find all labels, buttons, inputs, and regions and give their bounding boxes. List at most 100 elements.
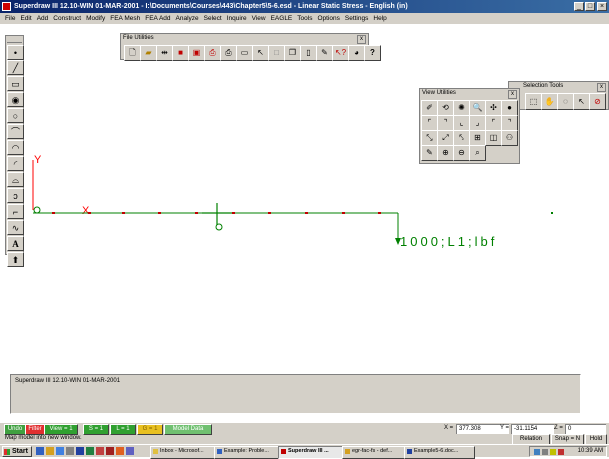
view-orbit-icon[interactable]: ✺	[453, 100, 470, 116]
menu-construct[interactable]: Construct	[53, 15, 81, 22]
menu-modify[interactable]: Modify	[86, 15, 105, 22]
view-shade-icon[interactable]: ●	[501, 100, 518, 116]
task-inbox[interactable]: Inbox - Microsof...	[150, 446, 223, 459]
plot-icon[interactable]: ▭	[236, 45, 253, 61]
print-icon[interactable]: ⎙	[204, 45, 221, 61]
view-utilities-title[interactable]: View Utilities	[420, 89, 519, 98]
tray-monitor-icon[interactable]	[542, 449, 548, 455]
view-pan-icon[interactable]: ✣	[485, 100, 502, 116]
menu-tools[interactable]: Tools	[297, 15, 312, 22]
tray-antivirus-icon[interactable]	[558, 449, 564, 455]
menu-analyze[interactable]: Analyze	[176, 15, 199, 22]
g-number-button[interactable]: G = 1	[137, 424, 163, 435]
menu-fea-add[interactable]: FEA Add	[145, 15, 170, 22]
start-button[interactable]: Start	[2, 446, 32, 457]
menu-help[interactable]: Help	[373, 15, 386, 22]
new-file-icon[interactable]: 🗋	[124, 45, 141, 61]
view-utilities-close-button[interactable]: x	[508, 90, 517, 99]
app-icon[interactable]	[2, 2, 11, 11]
pointer-icon[interactable]: ↖	[252, 45, 269, 61]
arrow-up-tool-icon[interactable]: ⬆	[7, 252, 24, 267]
menu-options[interactable]: Options	[317, 15, 339, 22]
filter-button[interactable]: Filter	[25, 424, 45, 435]
quicklaunch-desktop-icon[interactable]	[66, 447, 74, 455]
quicklaunch-outlook-icon[interactable]	[56, 447, 64, 455]
menu-view[interactable]: View	[252, 15, 266, 22]
menu-file[interactable]: File	[5, 15, 15, 22]
s-number-button[interactable]: S = 1	[83, 424, 109, 435]
task-superdraw[interactable]: Superdraw III ...	[278, 446, 351, 459]
undo-button[interactable]: Undo	[4, 424, 26, 435]
open-folder-icon[interactable]: ▰	[140, 45, 157, 61]
fillet-tool-icon[interactable]: ◜	[7, 156, 24, 171]
quicklaunch-app2-icon[interactable]	[126, 447, 134, 455]
file-utilities-close-button[interactable]: x	[357, 35, 366, 44]
menu-eagle[interactable]: EAGLE	[271, 15, 293, 22]
view-pencil-icon[interactable]: ✎	[421, 145, 438, 161]
printer-icon[interactable]: ⎙	[220, 45, 237, 61]
view-iso-icon[interactable]: ⤡	[421, 130, 438, 146]
view-left-icon[interactable]: ⌝	[501, 115, 518, 131]
model-data-button[interactable]: Model Data	[164, 424, 212, 435]
task-example-doc[interactable]: Example5-6.doc...	[404, 446, 475, 459]
quicklaunch-powerpoint-icon[interactable]	[96, 447, 104, 455]
text-tool-icon[interactable]: A	[7, 236, 24, 251]
selection-tools-title[interactable]: Selection Tools	[509, 82, 608, 91]
view-top-icon[interactable]: ⌜	[421, 115, 438, 131]
task-egr-fac[interactable]: egr-fac-fs - def...	[342, 446, 413, 459]
cut-icon[interactable]: □	[268, 45, 285, 61]
conic-tool-icon[interactable]: ↄ	[7, 188, 24, 203]
pen-icon[interactable]: ✎	[316, 45, 333, 61]
clock[interactable]: 10:39 AM	[578, 448, 603, 454]
y-coord-field[interactable]: -31.1154	[511, 424, 554, 434]
selection-tools-close-button[interactable]: x	[597, 83, 606, 92]
circle-center-tool-icon[interactable]: ◉	[7, 92, 24, 107]
merge-icon[interactable]: ⇹	[156, 45, 173, 61]
curve-tool-icon[interactable]: ⌐	[7, 204, 24, 219]
file-utilities-title[interactable]: File Utilities	[121, 34, 368, 43]
view-trimetric-icon[interactable]: ⤣	[453, 130, 470, 146]
select-lasso-icon[interactable]: ◌	[557, 93, 574, 110]
z-coord-field[interactable]: 0	[565, 424, 606, 434]
view-rotate-icon[interactable]: ⟲	[437, 100, 454, 116]
toolbar-grip[interactable]	[7, 37, 22, 43]
menu-inquire[interactable]: Inquire	[227, 15, 247, 22]
view-walk-icon[interactable]: ⚇	[501, 130, 518, 146]
rectangle-tool-icon[interactable]: ▭	[7, 76, 24, 91]
view-side-icon[interactable]: ⌞	[453, 115, 470, 131]
quicklaunch-access-icon[interactable]	[106, 447, 114, 455]
select-hand-icon[interactable]: ✋	[541, 93, 558, 110]
copy-icon[interactable]: ❐	[284, 45, 301, 61]
zoom-out-icon[interactable]: ⊖	[453, 145, 470, 161]
query-icon[interactable]: ↖?	[332, 45, 349, 61]
minimize-button[interactable]: _	[574, 2, 584, 11]
menu-select[interactable]: Select	[204, 15, 222, 22]
tray-volume-icon[interactable]	[550, 449, 556, 455]
paste-icon[interactable]: ▯	[300, 45, 317, 61]
circle-tool-icon[interactable]: ○	[7, 108, 24, 123]
arc-tool-icon[interactable]: ⌒	[7, 124, 24, 139]
palette-icon[interactable]: ◕	[348, 45, 365, 61]
quicklaunch-excel-icon[interactable]	[86, 447, 94, 455]
view-sketch-icon[interactable]: ✐	[421, 100, 438, 116]
maximize-button[interactable]: □	[585, 2, 595, 11]
quicklaunch-folder-icon[interactable]	[46, 447, 54, 455]
view-back-icon[interactable]: ⌜	[485, 115, 502, 131]
select-cursor-icon[interactable]: ↖	[573, 93, 590, 110]
select-box-icon[interactable]: ⬚	[525, 93, 542, 110]
quicklaunch-word-icon[interactable]	[76, 447, 84, 455]
view-window-icon[interactable]: ◫	[485, 130, 502, 146]
deselect-icon[interactable]: ⊘	[589, 93, 606, 110]
view-number-button[interactable]: View = 1	[44, 424, 78, 435]
spline-tool-icon[interactable]: ∿	[7, 220, 24, 235]
view-fit-icon[interactable]: ⊞	[469, 130, 486, 146]
zoom-in-icon[interactable]: ⊕	[437, 145, 454, 161]
help-icon[interactable]: ?	[364, 45, 381, 61]
view-bottom-icon[interactable]: ⌟	[469, 115, 486, 131]
menu-edit[interactable]: Edit	[20, 15, 31, 22]
view-zoom-icon[interactable]: 🔍	[469, 100, 486, 116]
arc-3pt-tool-icon[interactable]: ◠	[7, 140, 24, 155]
quicklaunch-app-icon[interactable]	[116, 447, 124, 455]
arc-blue-tool-icon[interactable]: ⌓	[7, 172, 24, 187]
menu-settings[interactable]: Settings	[345, 15, 369, 22]
